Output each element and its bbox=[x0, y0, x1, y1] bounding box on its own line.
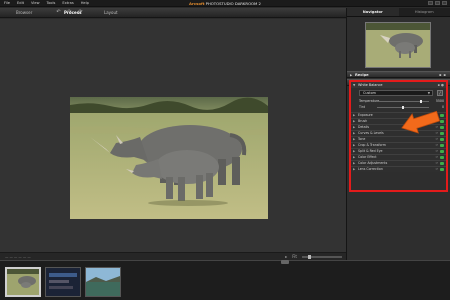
adjustment-tool-label: Brush bbox=[358, 119, 368, 123]
filmstrip-thumb-1[interactable] bbox=[5, 267, 41, 297]
title-bar: File Edit View Tools Extras Help Arcsoft… bbox=[0, 0, 450, 7]
adjustment-tool-label: Exposure bbox=[358, 113, 373, 117]
adjustment-tool-label: Details bbox=[358, 125, 370, 129]
enable-toggle[interactable] bbox=[440, 138, 444, 141]
adjustment-tool-row[interactable]: ▶ Lens Correction ↺ bbox=[351, 166, 446, 172]
tint-label: Tint bbox=[359, 105, 366, 109]
adjustment-tool-label: Curves & Levels bbox=[358, 131, 384, 135]
maximize-button[interactable] bbox=[435, 1, 440, 5]
enable-toggle[interactable] bbox=[440, 156, 444, 159]
enable-toggle[interactable] bbox=[440, 150, 444, 153]
recipe-icons[interactable]: ▪▪ bbox=[439, 72, 448, 78]
preset-value: Custom bbox=[363, 91, 376, 95]
adjustment-tool-label: Crop & Transform bbox=[358, 143, 386, 147]
adjustment-tool-label: Lens Correction bbox=[358, 167, 383, 171]
tab-browser[interactable]: Browser bbox=[10, 9, 38, 17]
adjustment-tool-label: Color Effect bbox=[358, 155, 377, 159]
brand-name: Arcsoft bbox=[189, 1, 205, 6]
tint-knob[interactable] bbox=[402, 106, 404, 109]
reset-icon[interactable]: ↺ bbox=[435, 167, 438, 172]
expand-icon: ▶ bbox=[353, 167, 356, 171]
product-name: PHOTOSTUDIO DARKROOM 2 bbox=[205, 1, 261, 6]
zoom-slider[interactable] bbox=[302, 255, 342, 259]
collapse-icon: ▼ bbox=[353, 83, 356, 87]
main-photo bbox=[70, 97, 268, 219]
temperature-value[interactable]: 5500 bbox=[436, 99, 444, 104]
zoom-knob[interactable] bbox=[308, 255, 311, 259]
recipe-header[interactable]: ▶ Recipe ▪▪ bbox=[347, 71, 450, 78]
enable-toggle[interactable] bbox=[440, 168, 444, 171]
filmstrip-thumb-2[interactable] bbox=[45, 267, 81, 297]
image-viewer[interactable] bbox=[0, 19, 346, 252]
eyedropper-icon[interactable]: / bbox=[437, 90, 443, 96]
chevron-down-icon: ▼ bbox=[427, 91, 430, 95]
adjustment-tool-label: Color Adjustments bbox=[358, 161, 388, 165]
recipe-title: Recipe bbox=[355, 73, 369, 77]
temperature-track[interactable] bbox=[377, 100, 429, 103]
expand-icon: ▶ bbox=[350, 73, 353, 77]
adjustment-tool-label: Split & Red Eye bbox=[358, 149, 383, 153]
temperature-knob[interactable] bbox=[419, 100, 422, 103]
panel-tabs: Navigator Histogram bbox=[347, 8, 450, 17]
white-balance-icons[interactable]: ▪ ● bbox=[438, 82, 444, 88]
pointer-arrow-icon bbox=[401, 110, 441, 134]
tab-process[interactable]: Process bbox=[58, 9, 88, 17]
adjustments-highlight: ▼ White Balance ▪ ● Custom ▼ / Temperatu… bbox=[349, 80, 448, 192]
viewer-status-bar: — — — — — — ▸ Fit bbox=[0, 252, 346, 260]
mode-toolbar: Browser ↶ ↷ ⟳ Process Layout bbox=[0, 8, 346, 18]
filmstrip-resize-handle[interactable] bbox=[281, 260, 289, 264]
white-balance-header[interactable]: ▼ White Balance ▪ ● bbox=[351, 82, 446, 88]
filmstrip bbox=[0, 260, 450, 300]
close-button[interactable] bbox=[442, 1, 447, 5]
enable-toggle[interactable] bbox=[440, 144, 444, 147]
navigator-thumbnail[interactable] bbox=[365, 22, 431, 68]
tab-layout[interactable]: Layout bbox=[98, 9, 124, 17]
tab-navigator[interactable]: Navigator bbox=[347, 8, 399, 16]
adjustment-tool-label: Tone bbox=[358, 137, 366, 141]
tab-histogram[interactable]: Histogram bbox=[399, 8, 450, 16]
white-balance-title: White Balance bbox=[358, 83, 383, 87]
tint-track[interactable] bbox=[377, 106, 429, 109]
minimize-button[interactable] bbox=[428, 1, 433, 5]
enable-toggle[interactable] bbox=[440, 162, 444, 165]
white-balance-preset-select[interactable]: Custom ▼ bbox=[359, 90, 433, 96]
window-controls bbox=[428, 1, 447, 5]
app-title: Arcsoft PHOTOSTUDIO DARKROOM 2 bbox=[0, 1, 450, 6]
filmstrip-thumb-3[interactable] bbox=[85, 267, 121, 297]
temperature-slider-row: Temperature 5500 bbox=[359, 99, 444, 104]
